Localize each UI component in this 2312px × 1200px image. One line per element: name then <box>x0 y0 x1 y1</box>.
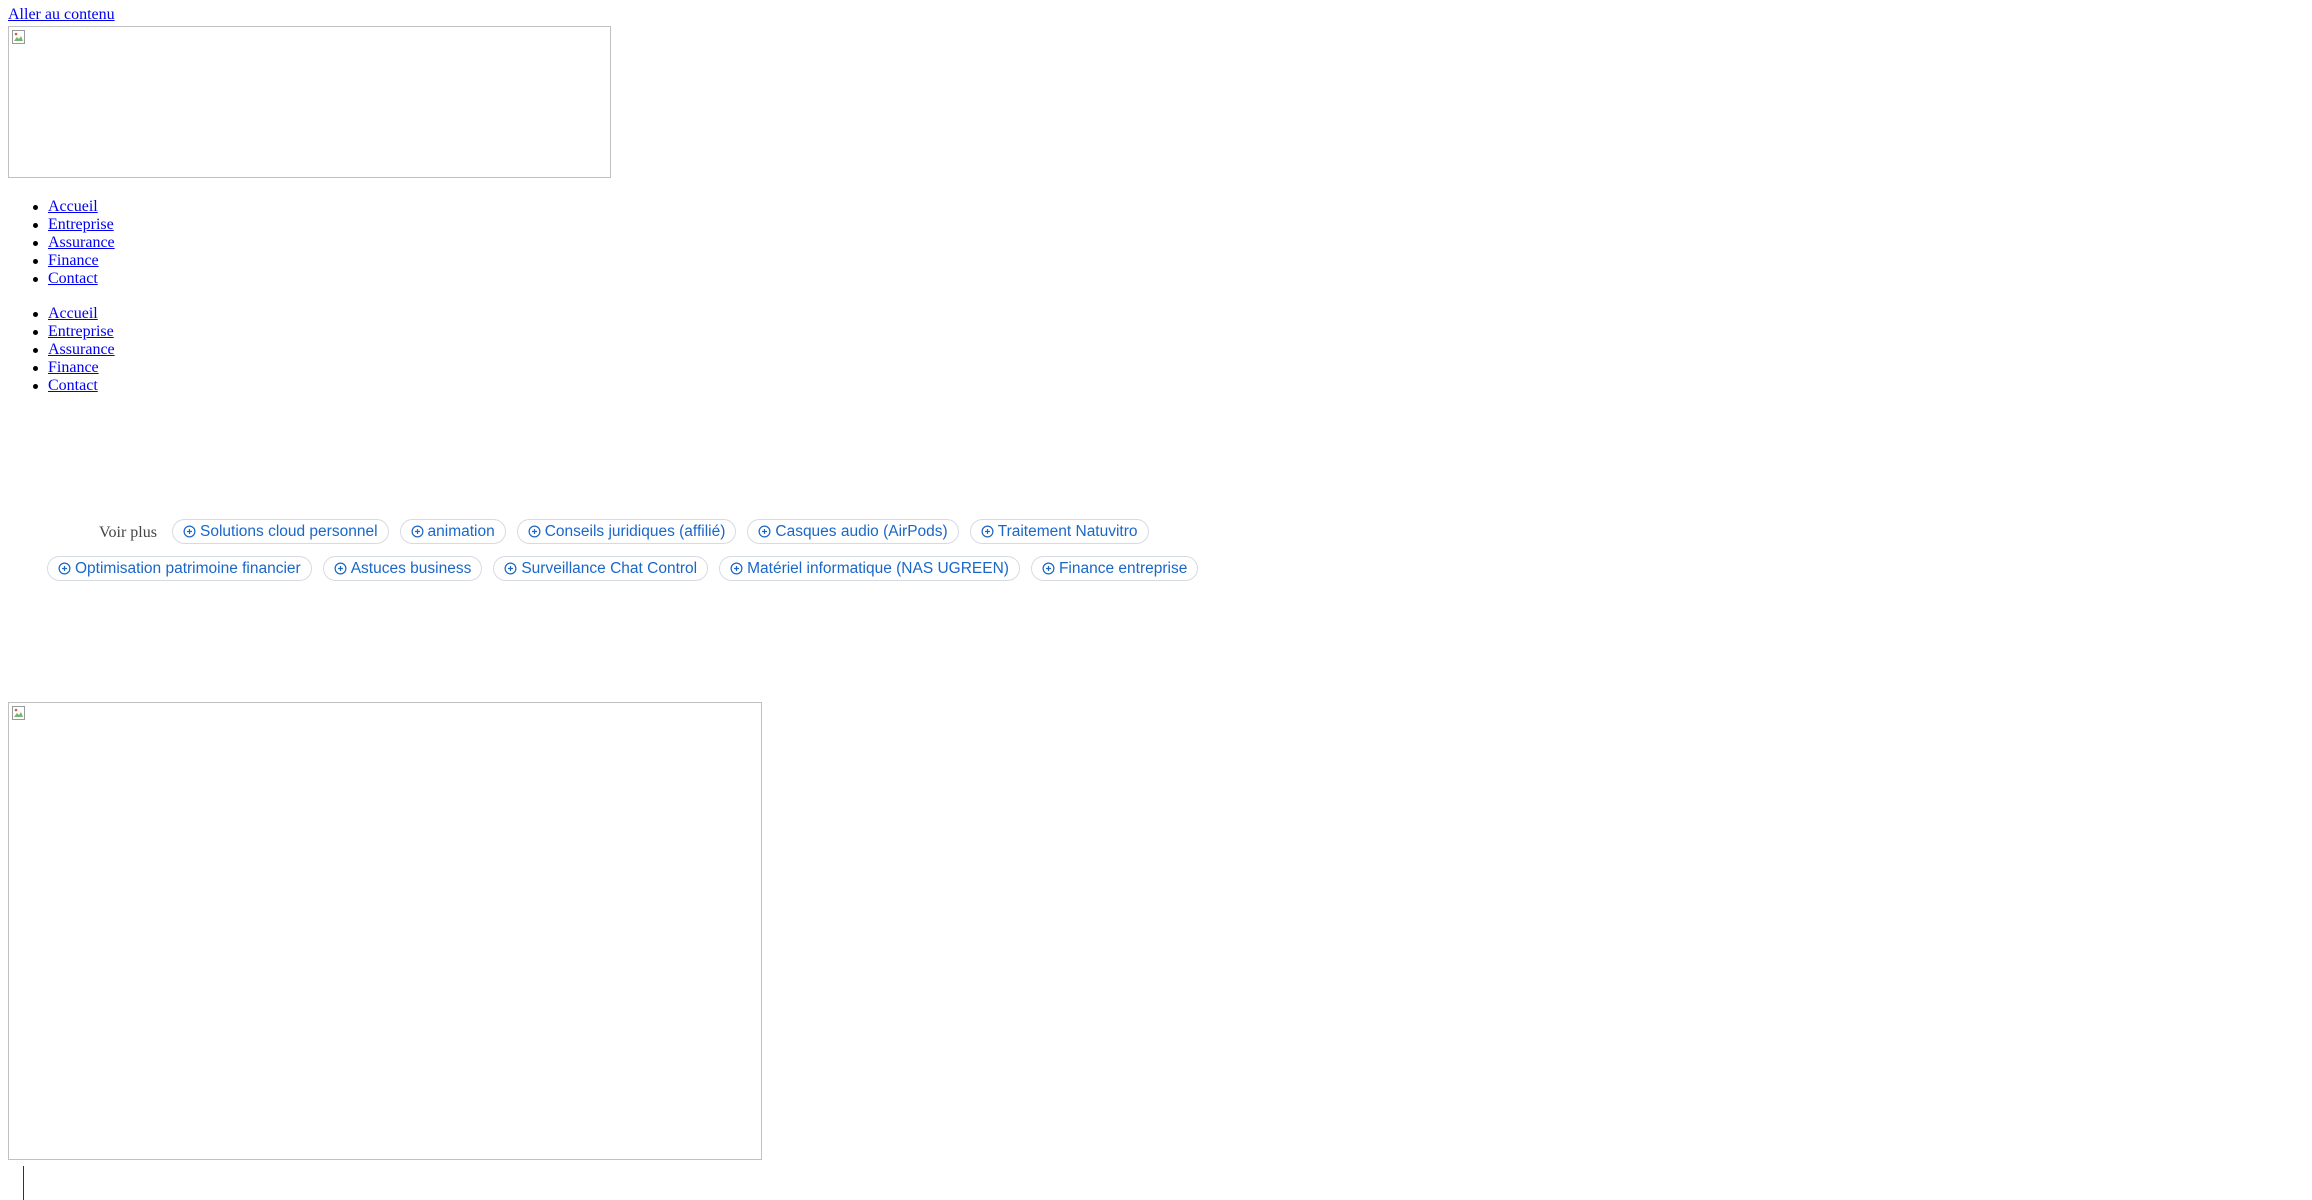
tag-chip[interactable]: Conseils juridiques (affilié) <box>516 519 737 544</box>
tag-chip-row: Solutions cloud personnel animation Cons… <box>172 519 1149 544</box>
tag-chip[interactable]: Finance entreprise <box>1030 556 1199 581</box>
tag-chip-row: Optimisation patrimoine financier Astuce… <box>47 556 1199 581</box>
tag-chip-label: Conseils juridiques (affilié) <box>544 522 726 540</box>
nav-link-assurance[interactable]: Assurance <box>48 234 115 251</box>
plus-circle-icon <box>58 562 71 575</box>
tag-chip-label: Matériel informatique (NAS UGREEN) <box>747 559 1009 577</box>
plus-circle-icon <box>758 525 771 538</box>
nav-item-accueil: Accueil <box>33 305 115 323</box>
plus-circle-icon <box>1042 562 1055 575</box>
tag-chip[interactable]: Optimisation patrimoine financier <box>47 556 312 581</box>
tag-chip[interactable]: Surveillance Chat Control <box>493 556 709 581</box>
nav-link-entreprise[interactable]: Entreprise <box>48 323 114 340</box>
nav-link-assurance[interactable]: Assurance <box>48 341 115 358</box>
tag-chip[interactable]: animation <box>399 519 506 544</box>
nav-item-finance: Finance <box>33 359 115 377</box>
voir-plus-label: Voir plus <box>99 524 157 541</box>
nav-link-finance[interactable]: Finance <box>48 359 99 376</box>
nav-item-assurance: Assurance <box>33 234 115 252</box>
broken-image-icon <box>12 706 25 720</box>
nav-link-finance[interactable]: Finance <box>48 252 99 269</box>
nav-item-entreprise: Entreprise <box>33 216 115 234</box>
plus-circle-icon <box>183 525 196 538</box>
secondary-navigation: Accueil Entreprise Assurance Finance Con… <box>33 305 115 395</box>
tag-chip-label: Casques audio (AirPods) <box>775 522 948 540</box>
tag-chip-label: Optimisation patrimoine financier <box>75 559 301 577</box>
tag-chip[interactable]: Traitement Natuvitro <box>969 519 1149 544</box>
tag-chip-label: Surveillance Chat Control <box>521 559 698 577</box>
tag-chip[interactable]: Matériel informatique (NAS UGREEN) <box>719 556 1020 581</box>
tag-chip-label: Solutions cloud personnel <box>200 522 378 540</box>
nav-item-entreprise: Entreprise <box>33 323 115 341</box>
text-caret <box>23 1166 24 1200</box>
nav-link-accueil[interactable]: Accueil <box>48 198 98 215</box>
tag-chip[interactable]: Solutions cloud personnel <box>172 519 389 544</box>
nav-item-contact: Contact <box>33 377 115 395</box>
tag-chip[interactable]: Casques audio (AirPods) <box>747 519 959 544</box>
primary-navigation: Accueil Entreprise Assurance Finance Con… <box>33 198 115 288</box>
plus-circle-icon <box>411 525 424 538</box>
nav-item-accueil: Accueil <box>33 198 115 216</box>
plus-circle-icon <box>730 562 743 575</box>
nav-link-contact[interactable]: Contact <box>48 270 98 287</box>
plus-circle-icon <box>981 525 994 538</box>
plus-circle-icon <box>528 525 541 538</box>
tag-chip-label: animation <box>427 522 495 540</box>
tag-chip-label: Astuces business <box>350 559 472 577</box>
tag-chip-label: Finance entreprise <box>1058 559 1188 577</box>
skip-to-content-link[interactable]: Aller au contenu <box>8 6 115 24</box>
featured-image <box>8 702 762 1160</box>
nav-link-contact[interactable]: Contact <box>48 377 98 394</box>
plus-circle-icon <box>504 562 517 575</box>
plus-circle-icon <box>334 562 347 575</box>
nav-item-contact: Contact <box>33 270 115 288</box>
nav-item-finance: Finance <box>33 252 115 270</box>
site-logo[interactable] <box>8 26 611 178</box>
nav-link-accueil[interactable]: Accueil <box>48 305 98 322</box>
tag-chip-label: Traitement Natuvitro <box>997 522 1138 540</box>
nav-item-assurance: Assurance <box>33 341 115 359</box>
broken-image-icon <box>12 30 25 44</box>
nav-link-entreprise[interactable]: Entreprise <box>48 216 114 233</box>
tag-chip[interactable]: Astuces business <box>322 556 483 581</box>
